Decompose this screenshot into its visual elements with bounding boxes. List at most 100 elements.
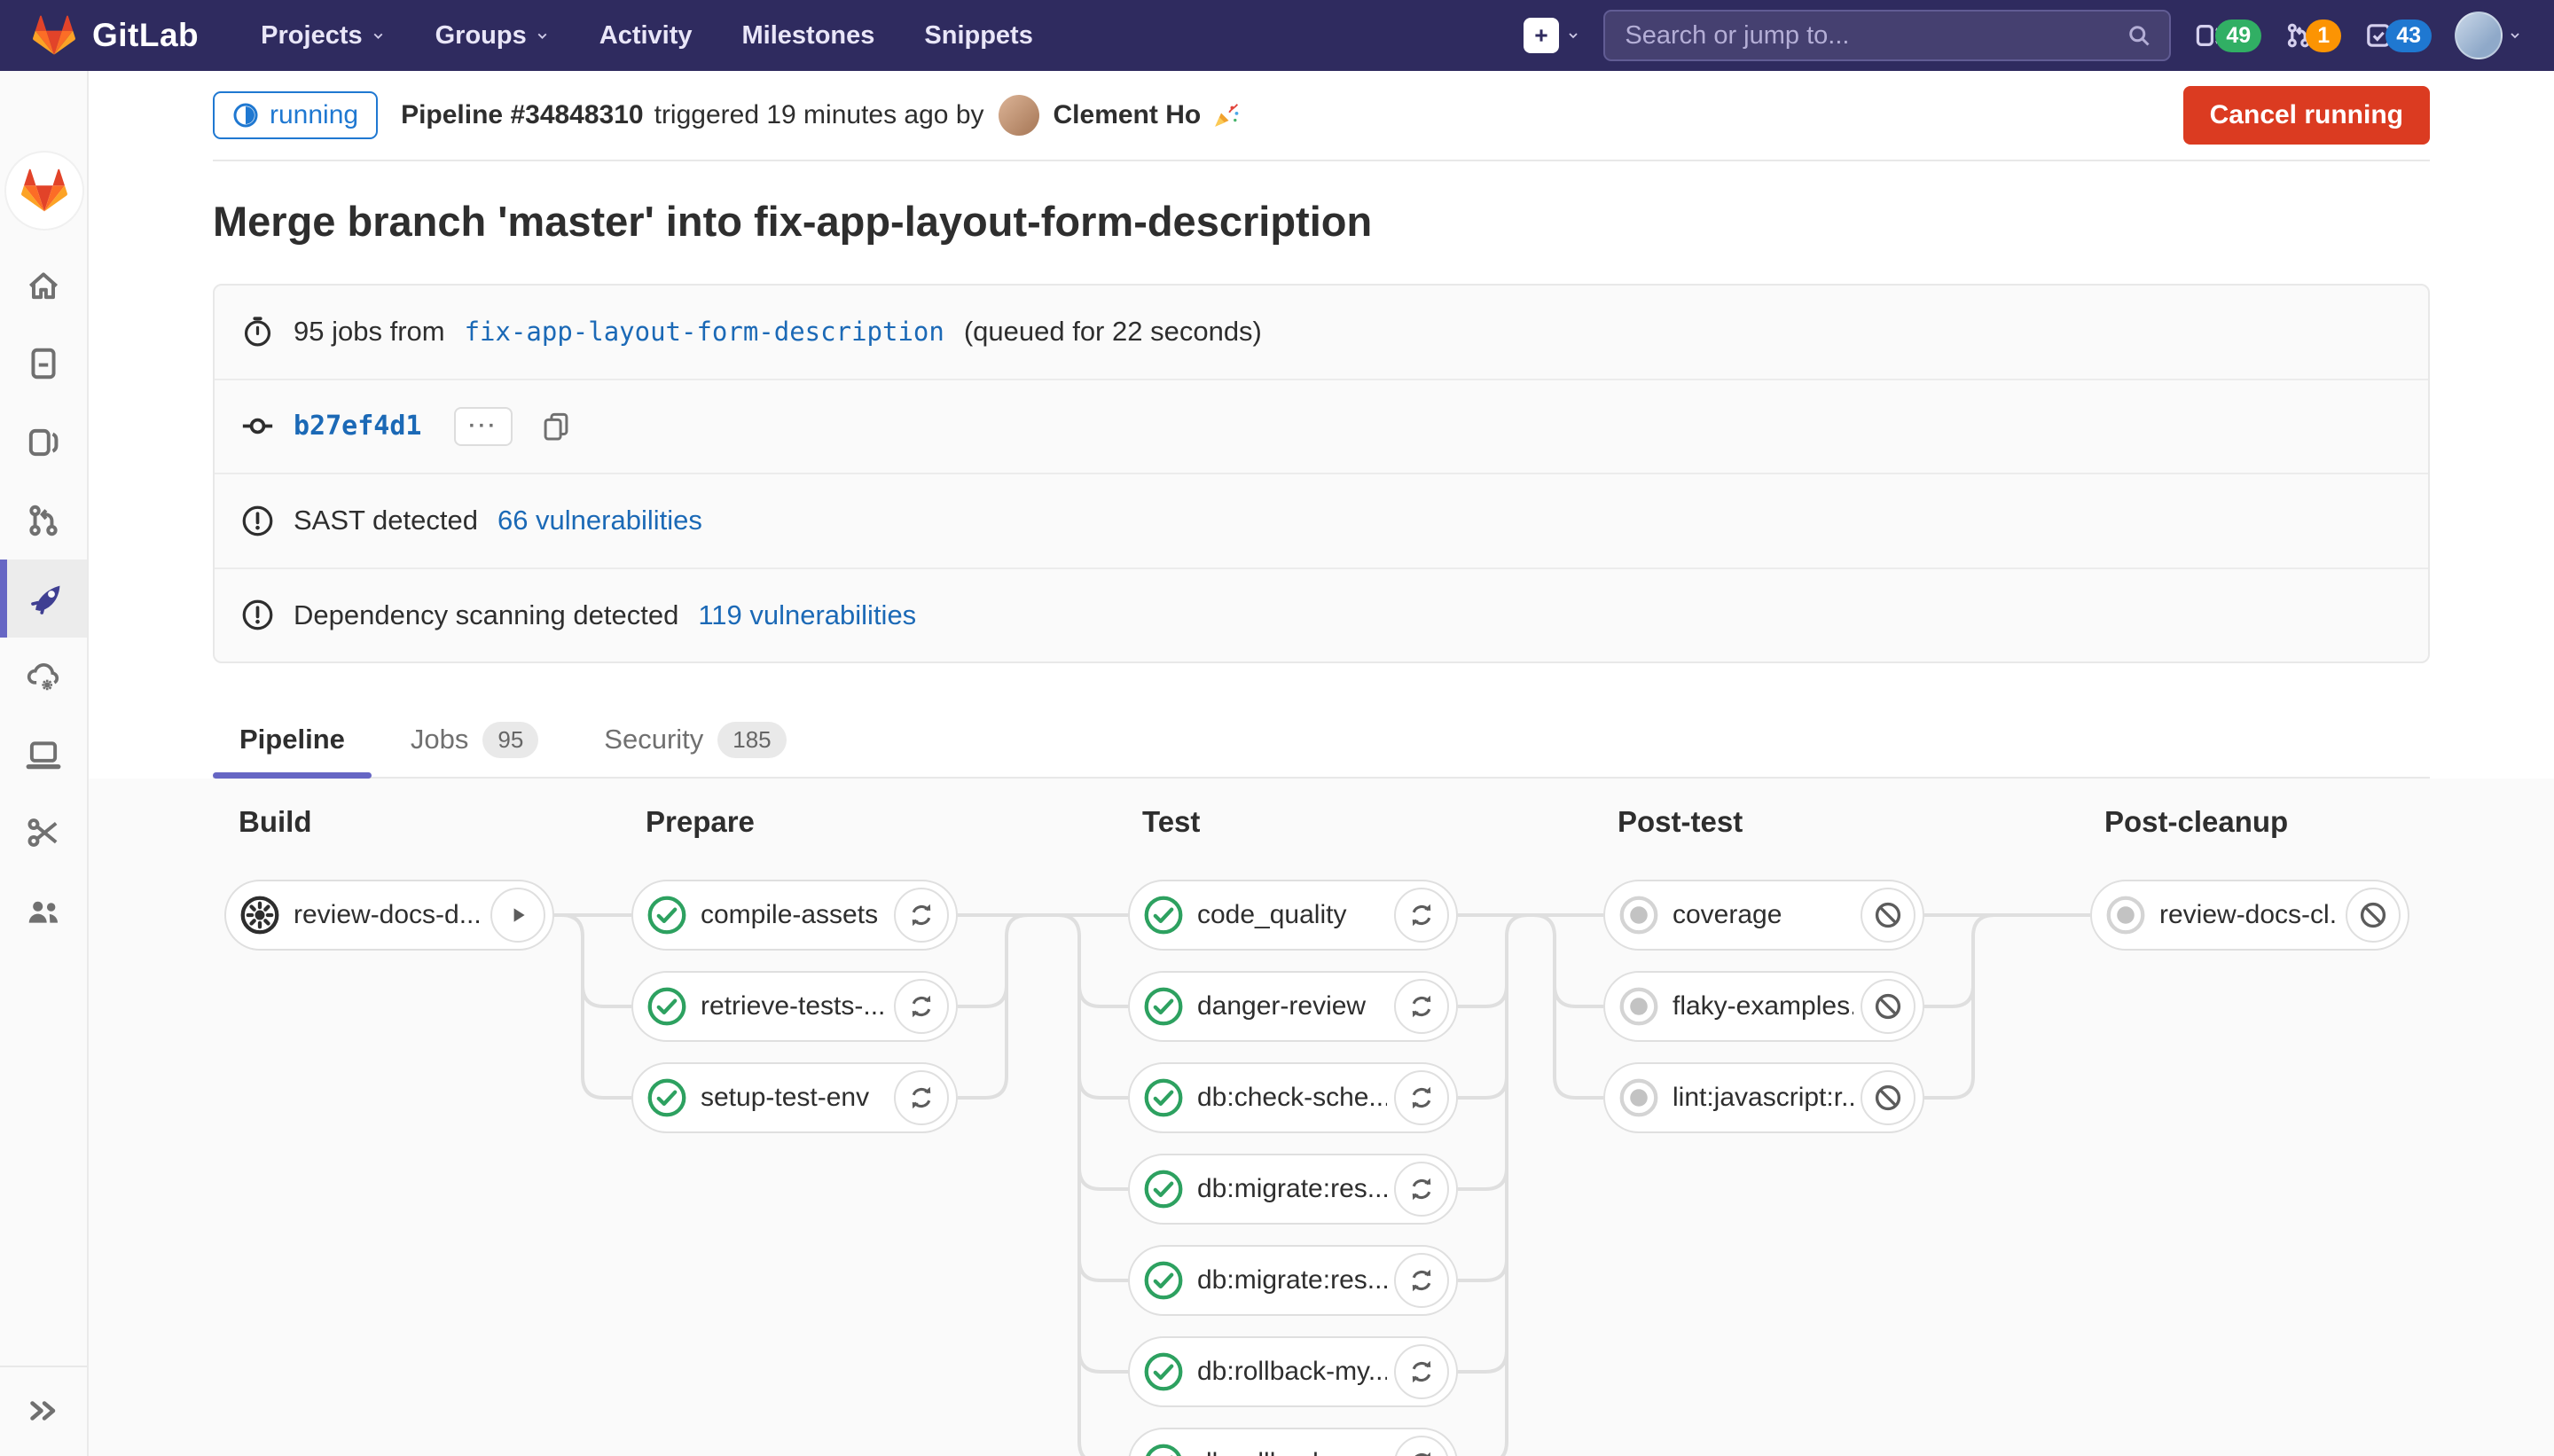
job-label: flaky-examples... bbox=[1673, 991, 1853, 1022]
top-navbar: GitLab Projects Groups Activity Mileston… bbox=[0, 0, 2554, 71]
author-avatar[interactable] bbox=[999, 95, 1039, 136]
navbar-right: 49 1 43 bbox=[1524, 10, 2522, 61]
queued-text: (queued for 22 seconds) bbox=[964, 316, 1262, 348]
project-avatar[interactable] bbox=[6, 153, 82, 229]
nav-item-label: Milestones bbox=[742, 21, 875, 51]
todos-counter[interactable]: 43 bbox=[2364, 20, 2432, 52]
job-label: db:migrate:res... bbox=[1197, 1265, 1387, 1296]
commit-sha-link[interactable]: b27ef4d1 bbox=[294, 411, 422, 442]
chevron-down-icon bbox=[2508, 28, 2522, 43]
search-input[interactable] bbox=[1623, 20, 2116, 51]
stage-header-post-test: Post-test bbox=[1618, 805, 1743, 839]
tab-jobs[interactable]: Jobs 95 bbox=[384, 702, 565, 777]
job-pill-flaky-examples[interactable]: flaky-examples... bbox=[1603, 971, 1924, 1042]
author-name[interactable]: Clement Ho bbox=[1054, 100, 1202, 130]
tab-pipeline[interactable]: Pipeline bbox=[213, 702, 372, 777]
sidebar-item-overview[interactable] bbox=[0, 247, 87, 325]
sidebar-item-issues[interactable] bbox=[0, 403, 87, 481]
alert-circle-icon bbox=[241, 505, 274, 537]
retry-action-button[interactable] bbox=[894, 888, 949, 943]
jobs-summary-row: 95 jobs from fix-app-layout-form-descrip… bbox=[215, 286, 2428, 379]
cancel-action-button[interactable] bbox=[2346, 888, 2401, 943]
nav-item-snippets[interactable]: Snippets bbox=[924, 21, 1032, 51]
cancel-running-button[interactable]: Cancel running bbox=[2183, 86, 2430, 145]
cancel-action-button[interactable] bbox=[1861, 888, 1916, 943]
alert-circle-icon bbox=[241, 599, 274, 631]
success-status-icon bbox=[646, 986, 687, 1027]
job-pill-compile-assets[interactable]: compile-assets bbox=[631, 880, 958, 951]
job-pill-code-quality[interactable]: code_quality bbox=[1128, 880, 1458, 951]
copy-commit-button[interactable] bbox=[541, 411, 571, 442]
copy-icon bbox=[541, 411, 571, 442]
retry-action-button[interactable] bbox=[894, 979, 949, 1034]
nav-item-label: Projects bbox=[261, 21, 362, 51]
sidebar-item-operations[interactable] bbox=[0, 638, 87, 716]
dependency-vulnerabilities-link[interactable]: 119 vulnerabilities bbox=[698, 599, 916, 631]
created-status-icon bbox=[2105, 895, 2146, 935]
manual-status-icon bbox=[239, 895, 280, 935]
pipeline-tabs: Pipeline Jobs 95 Security 185 bbox=[213, 702, 2430, 779]
cancel-action-button[interactable] bbox=[1861, 1070, 1916, 1125]
timer-icon bbox=[241, 316, 274, 348]
job-pill-lint-javascript-r[interactable]: lint:javascript:r... bbox=[1603, 1062, 1924, 1133]
sidebar-item-snippets[interactable] bbox=[0, 794, 87, 872]
nav-item-groups[interactable]: Groups bbox=[435, 21, 550, 51]
file-icon bbox=[25, 345, 62, 382]
job-pill-db-migrate-res[interactable]: db:migrate:res... bbox=[1128, 1245, 1458, 1316]
retry-action-button[interactable] bbox=[894, 1070, 949, 1125]
sidebar-item-repository[interactable] bbox=[0, 325, 87, 403]
retry-action-button[interactable] bbox=[1394, 1070, 1449, 1125]
job-pill-danger-review[interactable]: danger-review bbox=[1128, 971, 1458, 1042]
job-pill-review-docs-d[interactable]: review-docs-d... bbox=[224, 880, 554, 951]
job-pill-retrieve-tests[interactable]: retrieve-tests-... bbox=[631, 971, 958, 1042]
sidebar-item-members[interactable] bbox=[0, 873, 87, 951]
issues-counter[interactable]: 49 bbox=[2194, 20, 2261, 52]
pipeline-summary-box: 95 jobs from fix-app-layout-form-descrip… bbox=[213, 284, 2430, 663]
tab-label: Security bbox=[604, 724, 703, 755]
nav-item-milestones[interactable]: Milestones bbox=[742, 21, 875, 51]
commit-expand-button[interactable]: ··· bbox=[454, 407, 513, 446]
party-popper-icon bbox=[1211, 100, 1242, 130]
header-divider bbox=[213, 160, 2430, 161]
sidebar-item-ci-cd[interactable] bbox=[0, 560, 87, 638]
job-pill-db-rollback[interactable]: db:rollback... bbox=[1128, 1428, 1458, 1456]
success-status-icon bbox=[1143, 1443, 1184, 1456]
cancel-action-button[interactable] bbox=[1861, 979, 1916, 1034]
retry-action-button[interactable] bbox=[1394, 888, 1449, 943]
job-label: db:migrate:res... bbox=[1197, 1174, 1387, 1204]
sidebar-item-web-ide[interactable] bbox=[0, 716, 87, 794]
retry-action-button[interactable] bbox=[1394, 1162, 1449, 1217]
user-menu[interactable] bbox=[2455, 12, 2522, 59]
job-pill-db-check-sche[interactable]: db:check-sche... bbox=[1128, 1062, 1458, 1133]
job-pill-review-docs-cl[interactable]: review-docs-cl... bbox=[2090, 880, 2409, 951]
job-label: coverage bbox=[1673, 900, 1853, 930]
job-pill-coverage[interactable]: coverage bbox=[1603, 880, 1924, 951]
jobs-count-badge: 95 bbox=[482, 722, 538, 758]
commit-icon bbox=[241, 410, 274, 442]
nav-item-activity[interactable]: Activity bbox=[599, 21, 693, 51]
retry-action-button[interactable] bbox=[1394, 1253, 1449, 1308]
user-avatar bbox=[2455, 12, 2503, 59]
retry-action-button[interactable] bbox=[1394, 1436, 1449, 1456]
job-label: db:rollback... bbox=[1197, 1448, 1387, 1456]
merge-requests-counter[interactable]: 1 bbox=[2284, 20, 2341, 52]
branch-link[interactable]: fix-app-layout-form-description bbox=[465, 317, 944, 347]
success-status-icon bbox=[1143, 986, 1184, 1027]
job-label: setup-test-env bbox=[701, 1083, 887, 1113]
pipeline-status-header: running Pipeline #34848310 triggered 19 … bbox=[213, 87, 2430, 144]
retry-action-button[interactable] bbox=[1394, 979, 1449, 1034]
sast-vulnerabilities-link[interactable]: 66 vulnerabilities bbox=[497, 505, 702, 536]
success-status-icon bbox=[1143, 1260, 1184, 1301]
sidebar-item-merge-requests[interactable] bbox=[0, 481, 87, 560]
sidebar-collapse-toggle[interactable] bbox=[0, 1366, 87, 1454]
issues-count-badge: 49 bbox=[2215, 20, 2261, 52]
tab-security[interactable]: Security 185 bbox=[577, 702, 812, 777]
gitlab-brand[interactable]: GitLab bbox=[32, 14, 199, 57]
retry-action-button[interactable] bbox=[1394, 1344, 1449, 1399]
nav-item-projects[interactable]: Projects bbox=[261, 21, 385, 51]
job-pill-db-migrate-res[interactable]: db:migrate:res... bbox=[1128, 1154, 1458, 1225]
job-pill-setup-test-env[interactable]: setup-test-env bbox=[631, 1062, 958, 1133]
job-pill-db-rollback-my[interactable]: db:rollback-my... bbox=[1128, 1336, 1458, 1407]
play-action-button[interactable] bbox=[490, 888, 545, 943]
new-menu-button[interactable] bbox=[1524, 18, 1580, 53]
